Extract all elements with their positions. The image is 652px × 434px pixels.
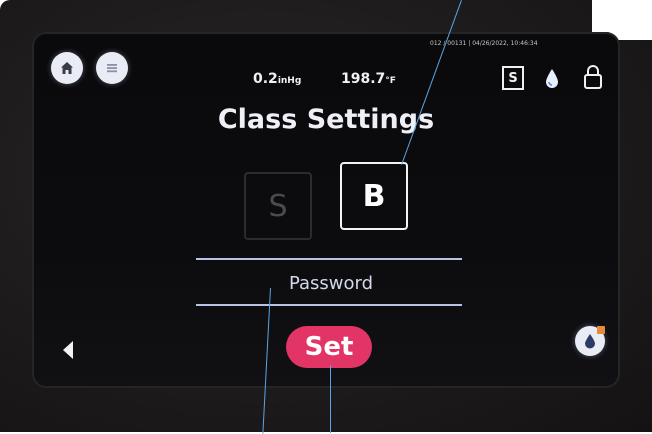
class-s-label: S	[268, 188, 288, 224]
water-drop-icon	[585, 334, 595, 349]
water-drop-icon[interactable]	[544, 68, 560, 90]
home-icon	[61, 62, 73, 74]
lock-icon[interactable]	[583, 64, 603, 90]
menu-button[interactable]	[96, 52, 128, 84]
temperature-value: 198.7	[341, 71, 386, 87]
class-badge-label: S	[508, 70, 518, 86]
notification-dot	[597, 326, 605, 334]
pressure-readout: 0.2inHg	[253, 71, 301, 87]
corner-button[interactable]	[575, 326, 605, 356]
home-button[interactable]	[51, 52, 83, 84]
password-input[interactable]	[196, 260, 466, 306]
set-button-label: Set	[304, 332, 354, 362]
back-arrow-icon[interactable]	[61, 339, 75, 361]
annotation-line	[330, 365, 331, 433]
class-badge[interactable]: S	[502, 66, 524, 90]
page-title: Class Settings	[217, 104, 435, 135]
set-button[interactable]: Set	[286, 326, 372, 368]
temperature-readout: 198.7°F	[341, 71, 396, 87]
class-b-label: B	[362, 178, 386, 214]
class-s-button[interactable]: S	[244, 172, 312, 240]
class-b-button[interactable]: B	[340, 162, 408, 230]
pressure-value: 0.2	[253, 71, 278, 87]
temperature-unit: °F	[385, 76, 396, 86]
password-field-frame	[196, 258, 466, 306]
menu-icon	[107, 64, 117, 73]
pressure-unit: inHg	[277, 76, 302, 86]
